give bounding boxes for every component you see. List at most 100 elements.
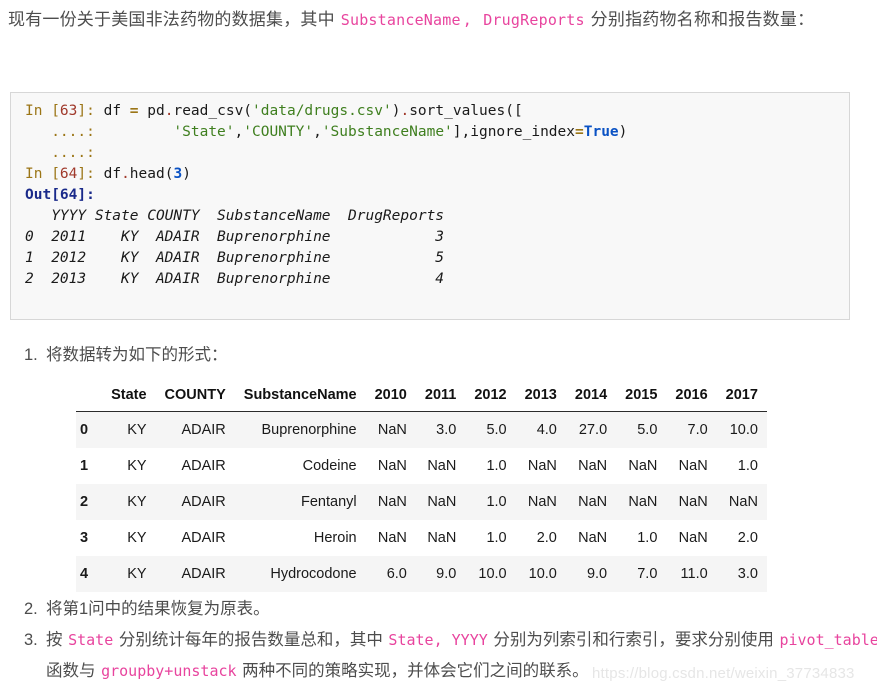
cell-2014: 27.0 (565, 411, 617, 448)
table-row: 1 KY ADAIR Codeine NaN NaN 1.0 NaN NaN N… (76, 448, 767, 484)
cell-2012: 10.0 (465, 556, 516, 592)
cell-2011: 9.0 (415, 556, 466, 592)
cell-2010: NaN (365, 520, 416, 556)
code-paren-3: ) (182, 166, 191, 182)
code-number-3: 3 (173, 166, 183, 182)
cell-2012: 5.0 (465, 411, 516, 448)
inline-code-state: State (68, 631, 114, 649)
cell-index: 2 (76, 484, 103, 520)
cell-2016: NaN (666, 520, 717, 556)
code-token-readcsv: read_csv( (173, 103, 253, 119)
code-dot-2: . (400, 103, 410, 119)
cell-state: KY (102, 484, 156, 520)
cell-2014: 9.0 (565, 556, 617, 592)
cell-2013: NaN (515, 484, 566, 520)
cell-2015: 7.0 (616, 556, 667, 592)
cell-2010: 6.0 (365, 556, 416, 592)
cell-state: KY (102, 520, 156, 556)
table-row: 0 KY ADAIR Buprenorphine NaN 3.0 5.0 4.0… (76, 411, 767, 448)
code-string-state: 'State' (173, 124, 235, 140)
code-token-sortvalues: sort_values([ (409, 103, 523, 119)
intro-text-part2: 分别指药物名称和报告数量： (585, 10, 815, 29)
code-token-pd: pd (138, 103, 165, 119)
inline-code-drugreports: DrugReports (483, 11, 585, 29)
code-string-path: 'data/drugs.csv' (252, 103, 392, 119)
table-row: 2 KY ADAIR Fentanyl NaN NaN 1.0 NaN NaN … (76, 484, 767, 520)
list-item-3-text-c: 分别为列索引和行索引，要求分别 (488, 631, 741, 649)
list-item-2-text: 将第1问中的结果恢复为原表。 (46, 600, 270, 618)
cell-2017: NaN (716, 484, 767, 520)
ordered-list: 1. 将数据转为如下的形式： (24, 340, 864, 371)
code-operator-assign-2: = (575, 124, 584, 140)
cell-2016: NaN (666, 448, 717, 484)
intro-text-part1: 现有一份关于美国非法药物的数据集，其中 (8, 10, 340, 29)
cell-state: KY (102, 556, 156, 592)
cell-2015: NaN (616, 448, 667, 484)
cell-2014: NaN (565, 484, 617, 520)
cell-2017: 1.0 (716, 448, 767, 484)
cell-state: KY (102, 448, 156, 484)
list-item-1: 1. 将数据转为如下的形式： (24, 340, 864, 371)
cell-2015: NaN (616, 484, 667, 520)
code-comma-2: , (313, 124, 322, 140)
dataframe-header-2012: 2012 (465, 383, 516, 412)
cell-2012: 1.0 (465, 484, 516, 520)
cell-2017: 10.0 (716, 411, 767, 448)
code-paren-2: ) (618, 124, 628, 140)
code-string-county: 'COUNTY' (243, 124, 314, 140)
code-token-head: head( (129, 166, 174, 182)
cell-2015: 1.0 (616, 520, 667, 556)
cell-substancename: Hydrocodone (234, 556, 366, 592)
cell-substancename: Fentanyl (234, 484, 366, 520)
cell-state: KY (102, 411, 156, 448)
code-prompt-number-63: 63 (59, 103, 78, 119)
code-continuation-2: ....: (25, 145, 104, 161)
dataframe-table: State COUNTY SubstanceName 2010 2011 201… (76, 383, 767, 592)
cell-2011: 3.0 (415, 411, 466, 448)
code-token-ignoreindex: ],ignore_index (452, 124, 575, 140)
code-output-row-0: 0 2011 KY ADAIR Buprenorphine 3 (25, 229, 445, 245)
cell-2013: 2.0 (515, 520, 566, 556)
cell-county: ADAIR (155, 448, 235, 484)
code-prompt-in-64: In [ (25, 166, 60, 182)
table-row: 4 KY ADAIR Hydrocodone 6.0 9.0 10.0 10.0… (76, 556, 767, 592)
cell-2015: 5.0 (616, 411, 667, 448)
inline-code-groupby-unstack: groupby+unstack (101, 662, 237, 680)
list-item-3-text-f: 两种不同的策略实现，并体会它们之间的联系。 (237, 662, 589, 680)
code-dot-3: . (121, 166, 130, 182)
dataframe-header-index (76, 383, 103, 412)
dataframe-thead: State COUNTY SubstanceName 2010 2011 201… (76, 383, 767, 412)
cell-2013: 4.0 (515, 411, 566, 448)
code-string-substancename: 'SubstanceName' (321, 124, 453, 140)
cell-2014: NaN (565, 520, 617, 556)
cell-index: 1 (76, 448, 103, 484)
code-prompt-in-63: In [ (25, 103, 60, 119)
cell-2010: NaN (365, 484, 416, 520)
code-output-row-1: 1 2012 KY ADAIR Buprenorphine 5 (25, 250, 445, 266)
code-prompt-in-63-end: ]: (77, 103, 104, 119)
cell-2012: 1.0 (465, 448, 516, 484)
dataframe-tbody: 0 KY ADAIR Buprenorphine NaN 3.0 5.0 4.0… (76, 411, 767, 592)
code-continuation-1: ....: (25, 124, 174, 140)
inline-code-pivot-table: pivot_table (779, 631, 877, 649)
cell-substancename: Codeine (234, 448, 366, 484)
cell-2010: NaN (365, 448, 416, 484)
cell-county: ADAIR (155, 520, 235, 556)
cell-county: ADAIR (155, 411, 235, 448)
dataframe-header-county: COUNTY (155, 383, 235, 412)
code-token-df: df (103, 103, 130, 119)
dataframe-header-row: State COUNTY SubstanceName 2010 2011 201… (76, 383, 767, 412)
dataframe-header-2015: 2015 (616, 383, 667, 412)
cell-index: 4 (76, 556, 103, 592)
dataframe-header-2013: 2013 (515, 383, 566, 412)
cell-2013: 10.0 (515, 556, 566, 592)
cell-2010: NaN (365, 411, 416, 448)
dataframe-header-state: State (102, 383, 156, 412)
cell-2011: NaN (415, 484, 466, 520)
cell-2012: 1.0 (465, 520, 516, 556)
cell-2016: 7.0 (666, 411, 717, 448)
code-comma-1: , (234, 124, 244, 140)
cell-county: ADAIR (155, 556, 235, 592)
code-prompt-in-64-end: ]: (77, 166, 104, 182)
inline-code-separator: , (462, 11, 482, 29)
